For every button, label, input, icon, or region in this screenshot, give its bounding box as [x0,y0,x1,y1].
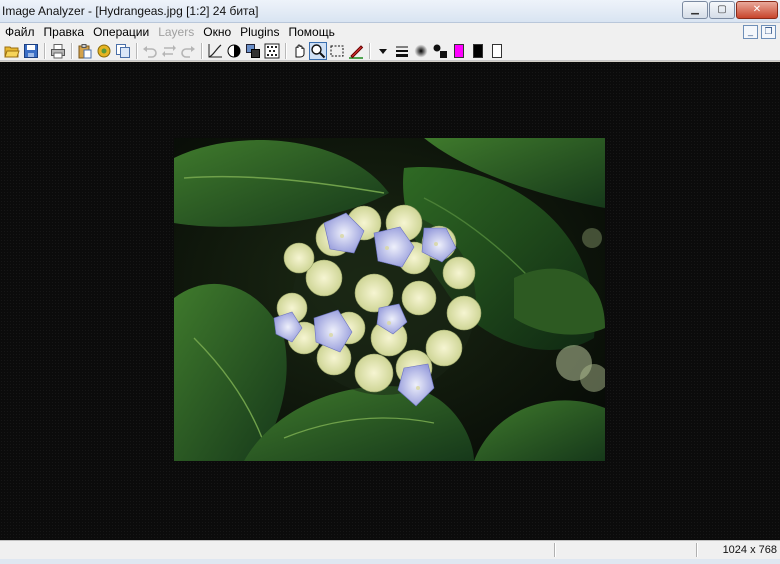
mdi-controls: _ ❐ [740,25,776,39]
menu-file[interactable]: Файл [0,23,39,41]
copy-icon [116,43,130,58]
channels-icon [246,43,260,58]
redo-icon [181,45,195,58]
toolbar-separator [136,42,138,59]
curves-icon [208,43,222,58]
status-bar: 1024 x 768 [0,540,780,559]
mdi-minimize-button[interactable]: _ [743,25,758,39]
curves-button[interactable] [206,42,224,60]
photo-render [174,138,605,461]
toolbar-separator [369,42,371,59]
secondary-color-icon [473,43,483,58]
window-controls: ▁ ▢ ✕ [681,1,778,19]
select-icon [330,45,344,56]
contrast-icon [227,44,241,57]
pen-icon [349,44,364,59]
copy-button[interactable] [114,42,132,60]
settings-icon [97,44,111,57]
select-tool-button[interactable] [328,42,346,60]
open-icon [4,46,20,57]
white-color-icon [492,43,502,58]
primary-color-button[interactable] [450,42,468,60]
close-icon: ✕ [752,4,762,15]
menu-bar: Файл Правка Операции Layers Окно Plugins… [0,23,780,41]
toolbar-separator [201,42,203,59]
dropdown-button[interactable] [374,42,392,60]
maximize-icon: ▢ [717,4,727,15]
menu-edit[interactable]: Правка [39,23,89,41]
brush-icon [414,44,428,57]
toolbar [0,41,780,61]
save-button[interactable] [22,42,40,60]
toolbar-separator [285,42,287,59]
redo-alt-button [160,42,178,60]
menu-help[interactable]: Помощь [283,23,338,41]
status-divider [696,543,698,557]
zoom-icon [311,43,326,58]
status-divider [554,543,556,557]
save-icon [24,43,38,58]
primary-color-icon [454,43,464,58]
paste-icon [78,43,92,58]
undo-button [141,42,159,60]
hand-icon [295,44,305,57]
white-color-button[interactable] [488,42,506,60]
undo-icon [143,45,157,58]
mdi-restore-button[interactable]: ❐ [761,25,776,39]
title-bar: Image Analyzer - [Hydrangeas.jpg [1:2] 2… [0,0,780,23]
minimize-button[interactable]: ▁ [682,1,708,19]
menu-plugins[interactable]: Plugins [235,23,283,41]
secondary-color-button[interactable] [469,42,487,60]
pen-tool-button[interactable] [347,42,365,60]
minimize-icon: ▁ [691,4,699,15]
print-button[interactable] [49,42,67,60]
hand-tool-button[interactable] [290,42,308,60]
menu-layers: Layers [158,25,195,39]
line-width-icon [396,46,408,57]
line-width-button[interactable] [393,42,411,60]
print-icon [51,43,65,58]
menu-window[interactable]: Окно [198,23,235,41]
open-button[interactable] [3,42,21,60]
dropdown-icon [379,48,387,54]
shapes-button[interactable] [431,42,449,60]
shapes-icon [433,44,447,58]
histogram-button[interactable] [263,42,281,60]
image-canvas[interactable] [0,62,780,540]
close-button[interactable]: ✕ [736,1,778,19]
channels-button[interactable] [244,42,262,60]
settings-button[interactable] [95,42,113,60]
image-size-readout: 1024 x 768 [722,544,777,556]
brush-button[interactable] [412,42,430,60]
redo-icon-alt [162,44,176,57]
paste-button[interactable] [76,42,94,60]
window-bottom-edge [0,559,780,564]
toolbar-separator [44,42,46,59]
window-title: Image Analyzer - [Hydrangeas.jpg [1:2] 2… [2,4,259,18]
toolbar-separator [71,42,73,59]
hydrangea-image[interactable] [174,138,605,461]
redo-button [179,42,197,60]
histogram-icon [264,43,280,58]
menu-operations[interactable]: Операции [88,23,153,41]
zoom-tool-button[interactable] [309,41,327,60]
maximize-button[interactable]: ▢ [709,1,735,19]
contrast-button[interactable] [225,42,243,60]
